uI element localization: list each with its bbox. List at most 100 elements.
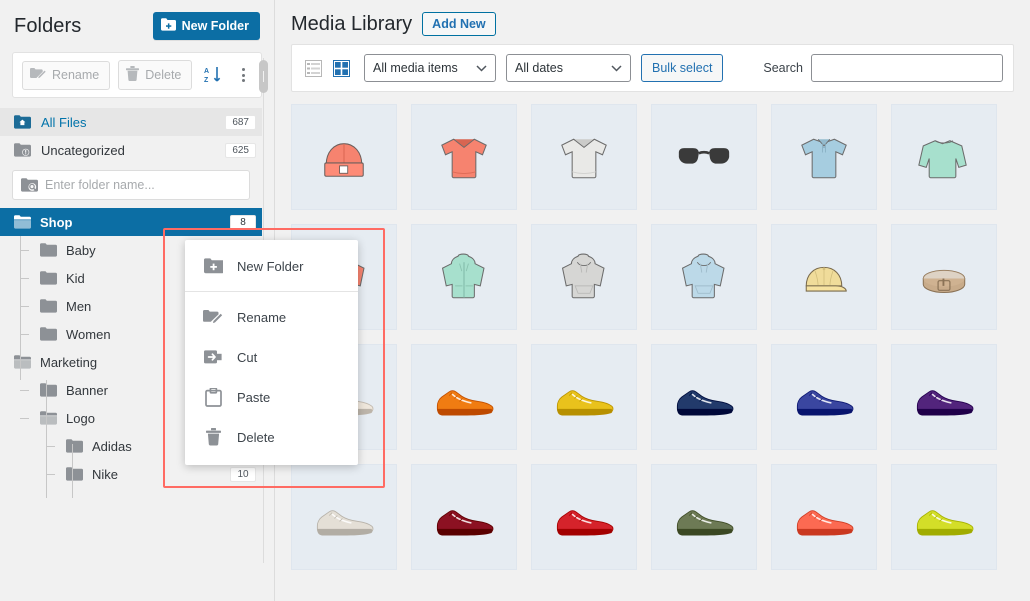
context-menu-item-rename[interactable]: Rename <box>185 297 358 337</box>
search-input[interactable] <box>811 54 1003 82</box>
tree-guide-tick <box>20 334 29 335</box>
beanie-illustration <box>307 120 381 194</box>
longsleeve-illustration <box>907 120 981 194</box>
hoodie-illustration <box>667 240 741 314</box>
grid-view-icon[interactable] <box>330 57 352 79</box>
delete-button-label: Delete <box>145 68 182 82</box>
folder-open-icon <box>14 215 31 229</box>
media-item-longsleeve-mint[interactable] <box>891 104 997 210</box>
sidebar-folder-shop[interactable]: Shop 8 <box>0 208 262 236</box>
media-item-hoodie-lightblue[interactable] <box>651 224 757 330</box>
sidebar-item-all-files[interactable]: All Files 687 <box>0 108 262 136</box>
new-folder-button[interactable]: New Folder <box>152 12 260 40</box>
tree-guide-line <box>20 236 21 380</box>
new-folder-button-label: New Folder <box>181 19 249 33</box>
rename-button[interactable]: Rename <box>22 60 111 90</box>
sneaker-illustration <box>547 360 621 434</box>
media-library-title: Media Library <box>291 12 413 35</box>
folder-add-icon <box>203 256 223 276</box>
media-library-app: Folders New Folder Rename Delete A Z All… <box>0 0 1030 601</box>
folder-closed-icon <box>40 299 57 313</box>
tree-guide-tick <box>20 278 29 279</box>
more-vertical-icon[interactable] <box>234 68 252 82</box>
media-item-v-neck-tee-coral[interactable] <box>411 104 517 210</box>
folder-closed-icon <box>40 271 57 285</box>
tree-guide-line <box>46 380 47 498</box>
context-menu-item-label: Paste <box>237 389 271 405</box>
tree-guide-tick <box>20 250 29 251</box>
sidebar-folder-label: Nike <box>92 466 119 482</box>
media-item-sneaker-orange[interactable] <box>411 344 517 450</box>
sidebar-item-all-files-count: 687 <box>225 114 256 130</box>
list-view-icon[interactable] <box>302 57 324 79</box>
folder-open-icon <box>40 411 57 425</box>
media-item-sunglasses[interactable] <box>651 104 757 210</box>
tree-guide-tick <box>20 418 29 419</box>
sort-az-icon[interactable]: A Z <box>200 62 226 88</box>
delete-button[interactable]: Delete <box>118 60 193 90</box>
context-menu-item-delete[interactable]: Delete <box>185 417 358 457</box>
media-type-select-value: All media items <box>373 61 458 75</box>
folder-search-field[interactable] <box>12 170 250 200</box>
media-item-sneaker-red[interactable] <box>531 464 637 570</box>
media-item-sneaker-navy-multi[interactable] <box>651 344 757 450</box>
folder-closed-icon <box>40 383 57 397</box>
page-title: Folders <box>14 14 82 37</box>
media-item-sneaker-coral-yellow[interactable] <box>771 464 877 570</box>
context-menu-item-cut[interactable]: Cut <box>185 337 358 377</box>
sidebar-item-uncategorized[interactable]: Uncategorized 625 <box>0 136 262 164</box>
folder-add-icon <box>160 18 176 34</box>
media-type-select[interactable]: All media items <box>364 54 496 82</box>
sneaker-illustration <box>667 480 741 554</box>
media-item-sneaker-olive[interactable] <box>651 464 757 570</box>
add-new-button[interactable]: Add New <box>422 12 496 36</box>
sneaker-illustration <box>907 360 981 434</box>
folder-search-icon <box>21 178 38 192</box>
tree-guide-line <box>72 444 73 498</box>
folder-uncategorized-icon <box>14 143 31 157</box>
dates-select[interactable]: All dates <box>506 54 631 82</box>
media-item-sneaker-darkred[interactable] <box>411 464 517 570</box>
context-menu-separator <box>185 291 358 292</box>
folder-toolbar: Rename Delete A Z <box>12 52 262 98</box>
media-item-zip-hoodie-mint[interactable] <box>411 224 517 330</box>
media-item-sneaker-purple[interactable] <box>891 344 997 450</box>
media-item-tee-white[interactable] <box>531 104 637 210</box>
folder-context-menu: New Folder Rename Cut Paste Delete <box>185 240 358 465</box>
media-item-hoodie-grey[interactable] <box>531 224 637 330</box>
media-item-sneaker-blue-white[interactable] <box>771 344 877 450</box>
media-item-belt-tan[interactable] <box>891 224 997 330</box>
sidebar-header: Folders New Folder <box>0 0 274 50</box>
sidebar-item-uncategorized-count: 625 <box>225 142 256 158</box>
bulk-select-button[interactable]: Bulk select <box>641 54 724 82</box>
chevron-down-icon <box>476 61 487 75</box>
sneaker-illustration <box>307 480 381 554</box>
scrollbar-thumb[interactable] <box>259 60 268 93</box>
ziphoodie-illustration <box>427 240 501 314</box>
media-item-sneaker-yellow[interactable] <box>531 344 637 450</box>
tree-guide-tick <box>20 390 29 391</box>
folder-closed-icon <box>66 467 83 481</box>
sneaker-illustration <box>427 480 501 554</box>
glasses-illustration <box>667 120 741 194</box>
sneaker-illustration <box>427 360 501 434</box>
tree-guide-tick <box>20 306 29 307</box>
media-item-sneaker-lime-coral[interactable] <box>891 464 997 570</box>
folder-search-input[interactable] <box>45 178 241 192</box>
media-item-polo-shirt-blue[interactable] <box>771 104 877 210</box>
context-menu-item-label: New Folder <box>237 258 304 274</box>
context-menu-item-new-folder[interactable]: New Folder <box>185 246 358 286</box>
media-item-sneaker-offwhite[interactable] <box>291 464 397 570</box>
media-item-cap-yellow[interactable] <box>771 224 877 330</box>
folder-pencil-icon <box>30 67 46 84</box>
media-grid <box>291 104 1030 601</box>
context-menu-item-label: Rename <box>237 309 287 325</box>
media-item-beanie-hat[interactable] <box>291 104 397 210</box>
cap-illustration <box>787 240 861 314</box>
context-menu-item-label: Cut <box>237 349 258 365</box>
folder-open-icon <box>14 355 31 369</box>
context-menu-item-paste[interactable]: Paste <box>185 377 358 417</box>
hoodie-illustration <box>547 240 621 314</box>
search-label: Search <box>763 61 803 75</box>
tree-guide-tick <box>46 446 55 447</box>
